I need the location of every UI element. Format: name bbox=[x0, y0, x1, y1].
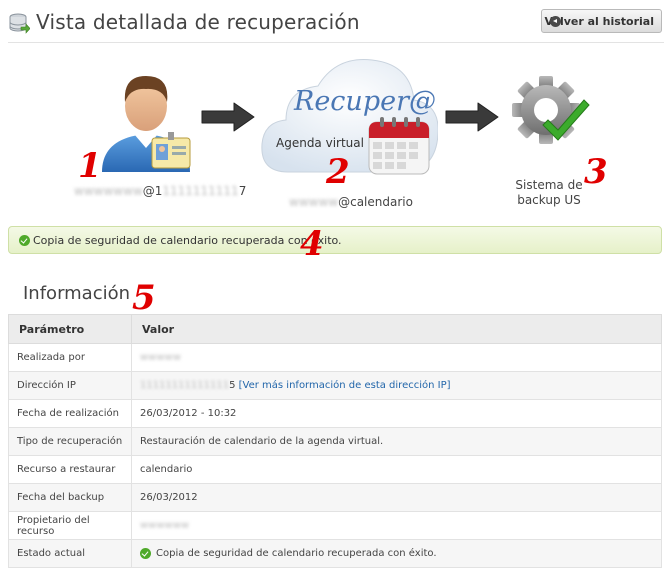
row-key: Tipo de recuperación bbox=[8, 427, 132, 456]
page-header: Vista detallada de recuperación Volver a… bbox=[0, 0, 670, 42]
row-key: Recurso a restaurar bbox=[8, 455, 132, 484]
gear-icon bbox=[512, 76, 590, 144]
step-1-label: 1 bbox=[78, 146, 102, 186]
row-value: 111111111111115 [Ver más información de … bbox=[131, 371, 662, 400]
success-icon bbox=[140, 548, 151, 559]
database-restore-icon bbox=[9, 13, 30, 34]
calendar-icon bbox=[368, 117, 430, 175]
page-title: Vista detallada de recuperación bbox=[36, 10, 360, 34]
row-key: Fecha de realización bbox=[8, 399, 132, 428]
row-key: Propietario del recurso bbox=[8, 511, 132, 540]
step-4-label: 4 bbox=[300, 224, 324, 264]
step-2-label: 2 bbox=[326, 152, 350, 192]
table-row: Recurso a restaurar calendario bbox=[8, 455, 662, 484]
table-row: Dirección IP 111111111111115 [Ver más in… bbox=[8, 371, 662, 400]
column-header-value: Valor bbox=[131, 314, 662, 344]
table-header-row: Parámetro Valor bbox=[8, 314, 662, 344]
step-5-label: 5 bbox=[132, 278, 156, 318]
cloud-subtitle: Agenda virtual bbox=[276, 136, 364, 150]
user-icon bbox=[102, 76, 191, 172]
table-row: Estado actual Copia de seguridad de cale… bbox=[8, 539, 662, 568]
arrow-right-icon bbox=[445, 102, 499, 132]
row-value: wwwwww bbox=[131, 511, 662, 540]
backup-system-label: Sistema de backup US bbox=[515, 178, 583, 207]
row-value: Restauración de calendario de la agenda … bbox=[131, 427, 662, 456]
row-key: Fecha del backup bbox=[8, 483, 132, 512]
row-value: Copia de seguridad de calendario recuper… bbox=[131, 539, 662, 568]
table-row: Realizada por wwwww bbox=[8, 343, 662, 372]
info-section-title: Información bbox=[23, 283, 131, 304]
ip-info-link[interactable]: [Ver más información de esta dirección I… bbox=[239, 380, 451, 391]
back-icon bbox=[550, 16, 561, 27]
table-row: Propietario del recurso wwwwww bbox=[8, 511, 662, 540]
status-message-bar: Copia de seguridad de calendario recuper… bbox=[8, 226, 662, 254]
row-value: 26/03/2012 bbox=[131, 483, 662, 512]
row-key: Estado actual bbox=[8, 539, 132, 568]
row-key: Dirección IP bbox=[8, 371, 132, 400]
header-divider bbox=[8, 42, 664, 43]
arrow-right-icon bbox=[201, 102, 255, 132]
status-message: Copia de seguridad de calendario recuper… bbox=[33, 234, 342, 247]
source-user-label: wwwwwww@111111111117 bbox=[74, 184, 247, 198]
row-value: calendario bbox=[131, 455, 662, 484]
success-icon bbox=[19, 235, 30, 246]
cloud-logo-text: Recuper@ bbox=[294, 86, 436, 117]
table-row: Tipo de recuperación Restauración de cal… bbox=[8, 427, 662, 456]
table-row: Fecha de realización 26/03/2012 - 10:32 bbox=[8, 399, 662, 428]
target-calendar-label: wwwww@calendario bbox=[289, 195, 413, 209]
recovery-flow: 1 wwwwwww@111111111117 Recuper@ Agenda v… bbox=[0, 50, 670, 220]
column-header-parameter: Parámetro bbox=[8, 314, 132, 344]
row-value: wwwww bbox=[131, 343, 662, 372]
row-key: Realizada por bbox=[8, 343, 132, 372]
table-row: Fecha del backup 26/03/2012 bbox=[8, 483, 662, 512]
info-table: Parámetro Valor Realizada por wwwww Dire… bbox=[8, 314, 662, 568]
back-to-history-button[interactable]: Volver al historial bbox=[541, 9, 662, 33]
row-value: 26/03/2012 - 10:32 bbox=[131, 399, 662, 428]
